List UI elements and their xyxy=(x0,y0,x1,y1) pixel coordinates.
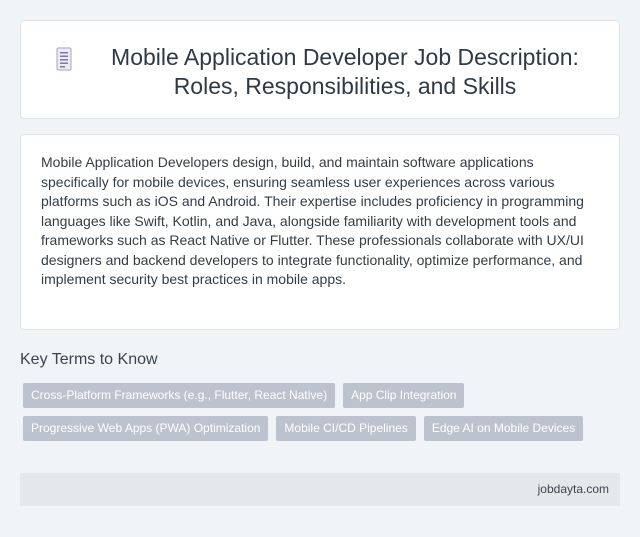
tag-row: Progressive Web Apps (PWA) Optimization … xyxy=(23,416,623,441)
document-icon xyxy=(56,47,72,71)
footer-site-link[interactable]: jobdayta.com xyxy=(538,482,609,497)
key-term-tag[interactable]: Mobile CI/CD Pipelines xyxy=(276,416,416,441)
key-term-tag[interactable]: Progressive Web Apps (PWA) Optimization xyxy=(23,416,269,441)
job-description: Mobile Application Developers design, bu… xyxy=(41,154,584,287)
key-terms-list: Cross-Platform Frameworks (e.g., Flutter… xyxy=(23,383,623,449)
key-terms-heading: Key Terms to Know xyxy=(20,351,158,368)
key-term-tag[interactable]: Edge AI on Mobile Devices xyxy=(423,416,584,441)
page-title: Mobile Application Developer Job Descrip… xyxy=(111,44,579,99)
key-term-tag[interactable]: App Clip Integration xyxy=(343,383,465,408)
footer: jobdayta.com xyxy=(20,473,620,506)
key-term-tag[interactable]: Cross-Platform Frameworks (e.g., Flutter… xyxy=(23,383,336,408)
tag-row: Cross-Platform Frameworks (e.g., Flutter… xyxy=(23,383,623,408)
